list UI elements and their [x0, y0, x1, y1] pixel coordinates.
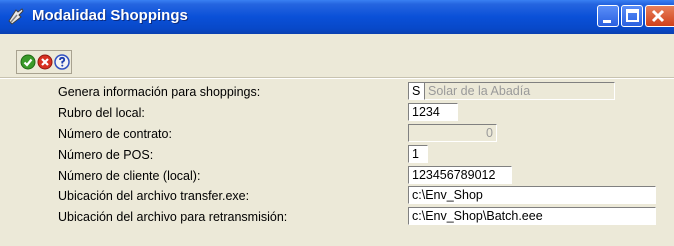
maximize-icon [626, 9, 639, 22]
accept-icon[interactable] [20, 54, 36, 70]
retransmision-path-field[interactable]: c:\Env_Shop\Batch.eee [408, 207, 656, 225]
maximize-button[interactable] [621, 5, 643, 27]
app-icon [8, 8, 24, 25]
transfer-label: Ubicación del archivo transfer.exe: [58, 189, 250, 203]
retransmision-label: Ubicación del archivo para retransmisión… [58, 210, 288, 224]
cancel-icon[interactable] [37, 54, 53, 70]
toolbar [16, 50, 72, 74]
minimize-button[interactable] [597, 5, 619, 27]
cliente-label: Número de cliente (local): [58, 169, 201, 183]
contrato-label: Número de contrato: [58, 127, 172, 141]
window: Modalidad Shoppings Genera información p… [0, 0, 674, 246]
toolbar-separator [0, 77, 674, 79]
genera-label: Genera información para shoppings: [58, 85, 261, 99]
rubro-field[interactable]: 1234 [408, 103, 458, 121]
window-title: Modalidad Shoppings [32, 7, 188, 24]
transfer-path-field[interactable]: c:\Env_Shop [408, 186, 656, 204]
shopping-name-field: Solar de la Abadía [424, 82, 615, 100]
pos-label: Número de POS: [58, 148, 154, 162]
cliente-field[interactable]: 123456789012 [408, 166, 512, 184]
pos-field[interactable]: 1 [408, 145, 428, 163]
rubro-label: Rubro del local: [58, 106, 145, 120]
minimize-icon [603, 20, 611, 23]
contrato-field: 0 [408, 124, 497, 142]
close-icon [651, 9, 665, 23]
help-icon[interactable] [54, 54, 70, 70]
close-button[interactable] [645, 5, 674, 27]
title-bar[interactable]: Modalidad Shoppings [0, 0, 674, 34]
